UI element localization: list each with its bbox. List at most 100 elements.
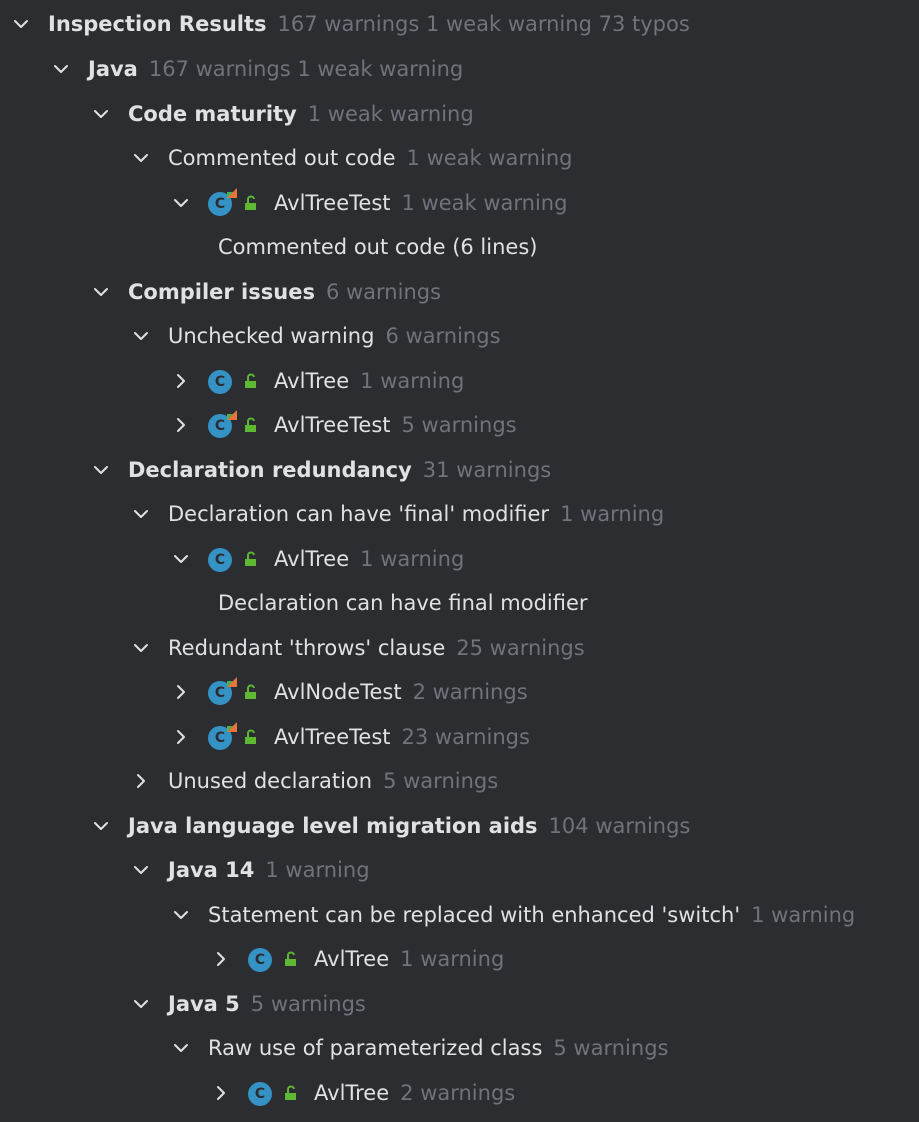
test-marker-icon: [227, 410, 237, 421]
problem-count: 5 warnings: [553, 1036, 669, 1061]
problem-count: 5 warnings: [401, 413, 517, 438]
node-label: Java 14: [168, 858, 255, 883]
chevron-down-icon[interactable]: [130, 325, 152, 347]
tree-node[interactable]: Java 167 warnings 1 weak warning: [0, 47, 919, 92]
tree-node[interactable]: C AvlTreeTest 1 weak warning: [0, 181, 919, 226]
node-label: Unchecked warning: [168, 324, 375, 349]
chevron-down-icon[interactable]: [130, 147, 152, 169]
tree-node[interactable]: C AvlTree 1 warning: [0, 937, 919, 982]
chevron-down-icon[interactable]: [170, 548, 192, 570]
problem-count: 1 weak warning: [401, 190, 568, 215]
node-label: AvlNodeTest: [274, 680, 402, 705]
tree-node[interactable]: Redundant 'throws' clause 25 warnings: [0, 626, 919, 671]
tree-node[interactable]: Java language level migration aids 104 wa…: [0, 804, 919, 849]
unlocked-icon: [245, 417, 256, 433]
tree-node[interactable]: Statement can be replaced with enhanced …: [0, 893, 919, 938]
chevron-down-icon[interactable]: [130, 637, 152, 659]
tree-node[interactable]: Raw use of parameterized class 5 warnings: [0, 1026, 919, 1071]
chevron-right-icon[interactable]: [210, 948, 232, 970]
unlocked-icon: [285, 951, 296, 967]
tree-node[interactable]: C: [0, 1115, 919, 1122]
problem-count: 23 warnings: [401, 724, 530, 749]
node-label: AvlTree: [314, 1080, 390, 1105]
problem-count: 1 warning: [751, 902, 856, 927]
class-icon: C: [248, 946, 274, 973]
node-label: Declaration redundancy: [128, 457, 412, 482]
tree-node[interactable]: C AvlNodeTest 2 warnings: [0, 670, 919, 715]
tree-node[interactable]: Compiler issues 6 warnings: [0, 270, 919, 315]
problem-count: 1 warning: [400, 947, 505, 972]
node-label: Compiler issues: [128, 279, 315, 304]
problem-count: 167 warnings 1 weak warning: [148, 57, 464, 82]
tree-node[interactable]: Java 5 5 warnings: [0, 982, 919, 1027]
test-class-icon: C: [208, 721, 237, 750]
test-marker-icon: [227, 721, 237, 732]
tree-node[interactable]: C AvlTree 1 warning: [0, 359, 919, 404]
tree-node[interactable]: Java 14 1 warning: [0, 848, 919, 893]
chevron-down-icon[interactable]: [90, 459, 112, 481]
node-label: Java 5: [168, 991, 240, 1016]
tree-node[interactable]: C AvlTreeTest 23 warnings: [0, 715, 919, 760]
chevron-right-icon[interactable]: [170, 726, 192, 748]
chevron-down-icon[interactable]: [130, 859, 152, 881]
node-label: Inspection Results: [48, 11, 267, 36]
chevron-down-icon[interactable]: [10, 13, 32, 35]
tree-node[interactable]: Code maturity 1 weak warning: [0, 92, 919, 137]
unlocked-icon: [245, 373, 256, 388]
node-label: AvlTreeTest: [274, 190, 391, 215]
chevron-down-icon[interactable]: [90, 103, 112, 125]
test-marker-icon: [227, 677, 237, 688]
tree-node[interactable]: Declaration redundancy 31 warnings: [0, 448, 919, 493]
problem-item[interactable]: Commented out code (6 lines): [0, 225, 919, 270]
chevron-down-icon[interactable]: [50, 58, 72, 80]
tree-node[interactable]: Inspection Results 167 warnings 1 weak wa…: [0, 0, 919, 47]
class-letter: C: [248, 1081, 272, 1106]
tree-node[interactable]: C AvlTree 1 warning: [0, 537, 919, 582]
problem-item[interactable]: Declaration can have final modifier: [0, 581, 919, 626]
problem-count: 31 warnings: [422, 457, 552, 482]
chevron-down-icon[interactable]: [170, 192, 192, 214]
node-label: AvlTreeTest: [274, 724, 391, 749]
tree-node[interactable]: Unused declaration 5 warnings: [0, 759, 919, 804]
problem-count: 1 warning: [265, 858, 370, 883]
chevron-right-icon[interactable]: [170, 370, 192, 392]
inspection-results-tree[interactable]: Inspection Results 167 warnings 1 weak wa…: [0, 0, 919, 1122]
chevron-right-icon[interactable]: [170, 414, 192, 436]
tree-node[interactable]: Commented out code 1 weak warning: [0, 136, 919, 181]
chevron-down-icon[interactable]: [130, 503, 152, 525]
tree-node[interactable]: Unchecked warning 6 warnings: [0, 314, 919, 359]
chevron-down-icon[interactable]: [90, 815, 112, 837]
node-label: Raw use of parameterized class: [208, 1036, 543, 1061]
unlocked-icon: [245, 195, 256, 210]
chevron-down-icon[interactable]: [170, 1037, 192, 1059]
class-letter: C: [248, 948, 272, 973]
chevron-down-icon[interactable]: [90, 281, 112, 303]
unlocked-icon: [245, 684, 256, 700]
node-label: Redundant 'throws' clause: [168, 635, 446, 660]
chevron-down-icon[interactable]: [130, 993, 152, 1015]
problem-count: 5 warnings: [250, 991, 366, 1016]
class-icon: C: [248, 1080, 274, 1106]
test-class-icon: C: [208, 410, 237, 439]
chevron-down-icon[interactable]: [170, 904, 192, 926]
problem-count: 25 warnings: [456, 635, 585, 660]
node-label: AvlTreeTest: [274, 413, 391, 438]
node-label: Java: [88, 57, 138, 82]
problem-count: 104 warnings: [548, 813, 691, 838]
unlocked-icon: [245, 551, 256, 566]
class-icon: C: [208, 546, 234, 572]
chevron-right-icon[interactable]: [170, 681, 192, 703]
chevron-right-icon[interactable]: [130, 770, 152, 792]
chevron-right-icon[interactable]: [210, 1082, 232, 1104]
problem-description: Declaration can have final modifier: [218, 591, 588, 616]
node-label: Code maturity: [128, 101, 297, 126]
problem-count: 1 weak warning: [307, 101, 474, 126]
problem-count: 1 warning: [360, 546, 465, 571]
tree-node[interactable]: C AvlTree 2 warnings: [0, 1071, 919, 1116]
tree-node[interactable]: C AvlTreeTest 5 warnings: [0, 403, 919, 448]
tree-node[interactable]: Declaration can have 'final' modifier 1 w…: [0, 492, 919, 537]
unlocked-icon: [245, 729, 256, 744]
node-label: AvlTree: [274, 546, 350, 571]
problem-count: 5 warnings: [383, 769, 499, 794]
node-label: Commented out code: [168, 146, 396, 171]
